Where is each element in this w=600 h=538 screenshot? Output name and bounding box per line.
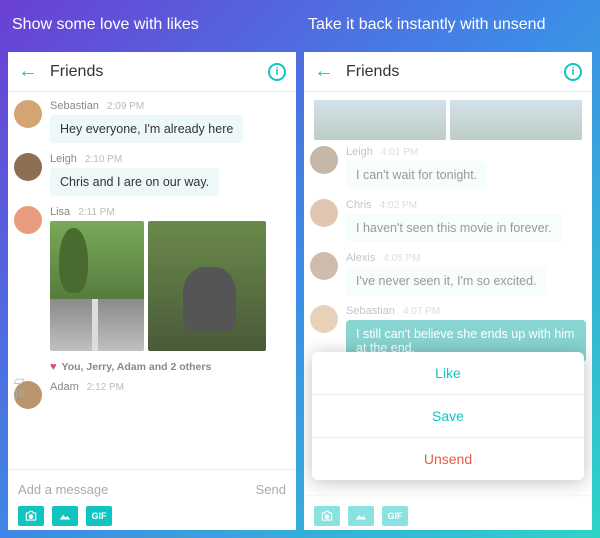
gallery-button[interactable]	[52, 506, 78, 526]
media-count-value: 18	[8, 389, 32, 400]
left-panel: Show some love with likes ← Friends i Se…	[8, 8, 296, 530]
like-action[interactable]: Like	[312, 352, 584, 394]
chat-header: ← Friends i	[8, 52, 296, 92]
info-button[interactable]: i	[268, 63, 286, 81]
message-time: 2:09 PM	[107, 101, 144, 112]
save-action[interactable]: Save	[312, 394, 584, 437]
message-bubble[interactable]: Hey everyone, I'm already here	[50, 115, 243, 143]
message-time: 2:10 PM	[85, 154, 122, 165]
composer: Add a message Send GIF	[8, 469, 296, 530]
send-button[interactable]: Send	[256, 482, 286, 497]
media-counter[interactable]: ▱ 18	[8, 372, 32, 400]
message-row[interactable]: Lisa 2:11 PM	[14, 206, 290, 351]
message-time: 2:11 PM	[78, 207, 115, 218]
photo-thumbnail[interactable]	[50, 221, 144, 351]
chat-header: ← Friends i	[304, 52, 592, 92]
message-bubble[interactable]: Chris and I are on our way.	[50, 168, 219, 196]
message-list[interactable]: Sebastian 2:09 PM Hey everyone, I'm alrea…	[8, 92, 296, 469]
chat-title: Friends	[346, 63, 564, 81]
promo-text: Show some love with likes	[8, 8, 296, 52]
photo-thumbnail[interactable]	[148, 221, 266, 351]
message-row[interactable]: Adam 2:12 PM	[14, 381, 290, 409]
camera-button[interactable]	[18, 506, 44, 526]
info-button[interactable]: i	[564, 63, 582, 81]
back-button[interactable]: ←	[314, 60, 334, 83]
likes-summary[interactable]: ♥ You, Jerry, Adam and 2 others	[50, 361, 290, 373]
sender-name: Sebastian	[50, 100, 99, 112]
message-row[interactable]: Leigh 2:10 PM Chris and I are on our way.	[14, 153, 290, 196]
likes-text: You, Jerry, Adam and 2 others	[62, 361, 212, 373]
chat-title: Friends	[50, 63, 268, 81]
avatar[interactable]	[14, 153, 42, 181]
sender-name: Leigh	[50, 153, 77, 165]
right-panel: Take it back instantly with unsend ← Fri…	[304, 8, 592, 530]
photo-attachment[interactable]	[50, 221, 290, 351]
promo-text: Take it back instantly with unsend	[304, 8, 592, 52]
image-icon: ▱	[8, 372, 32, 389]
phone-screen-right: ← Friends i Leigh4:01 PM I can't wait fo…	[304, 52, 592, 530]
message-row[interactable]: Sebastian 2:09 PM Hey everyone, I'm alrea…	[14, 100, 290, 143]
message-time: 2:12 PM	[87, 382, 124, 393]
avatar[interactable]	[14, 206, 42, 234]
action-sheet: Like Save Unsend	[312, 352, 584, 480]
message-input[interactable]: Add a message	[18, 482, 256, 497]
phone-screen-left: ← Friends i Sebastian 2:09 PM Hey everyon…	[8, 52, 296, 530]
heart-icon: ♥	[50, 361, 57, 373]
sender-name: Lisa	[50, 206, 70, 218]
back-button[interactable]: ←	[18, 60, 38, 83]
sender-name: Adam	[50, 381, 79, 393]
avatar[interactable]	[14, 100, 42, 128]
unsend-action[interactable]: Unsend	[312, 437, 584, 480]
gif-button[interactable]: GIF	[86, 506, 112, 526]
